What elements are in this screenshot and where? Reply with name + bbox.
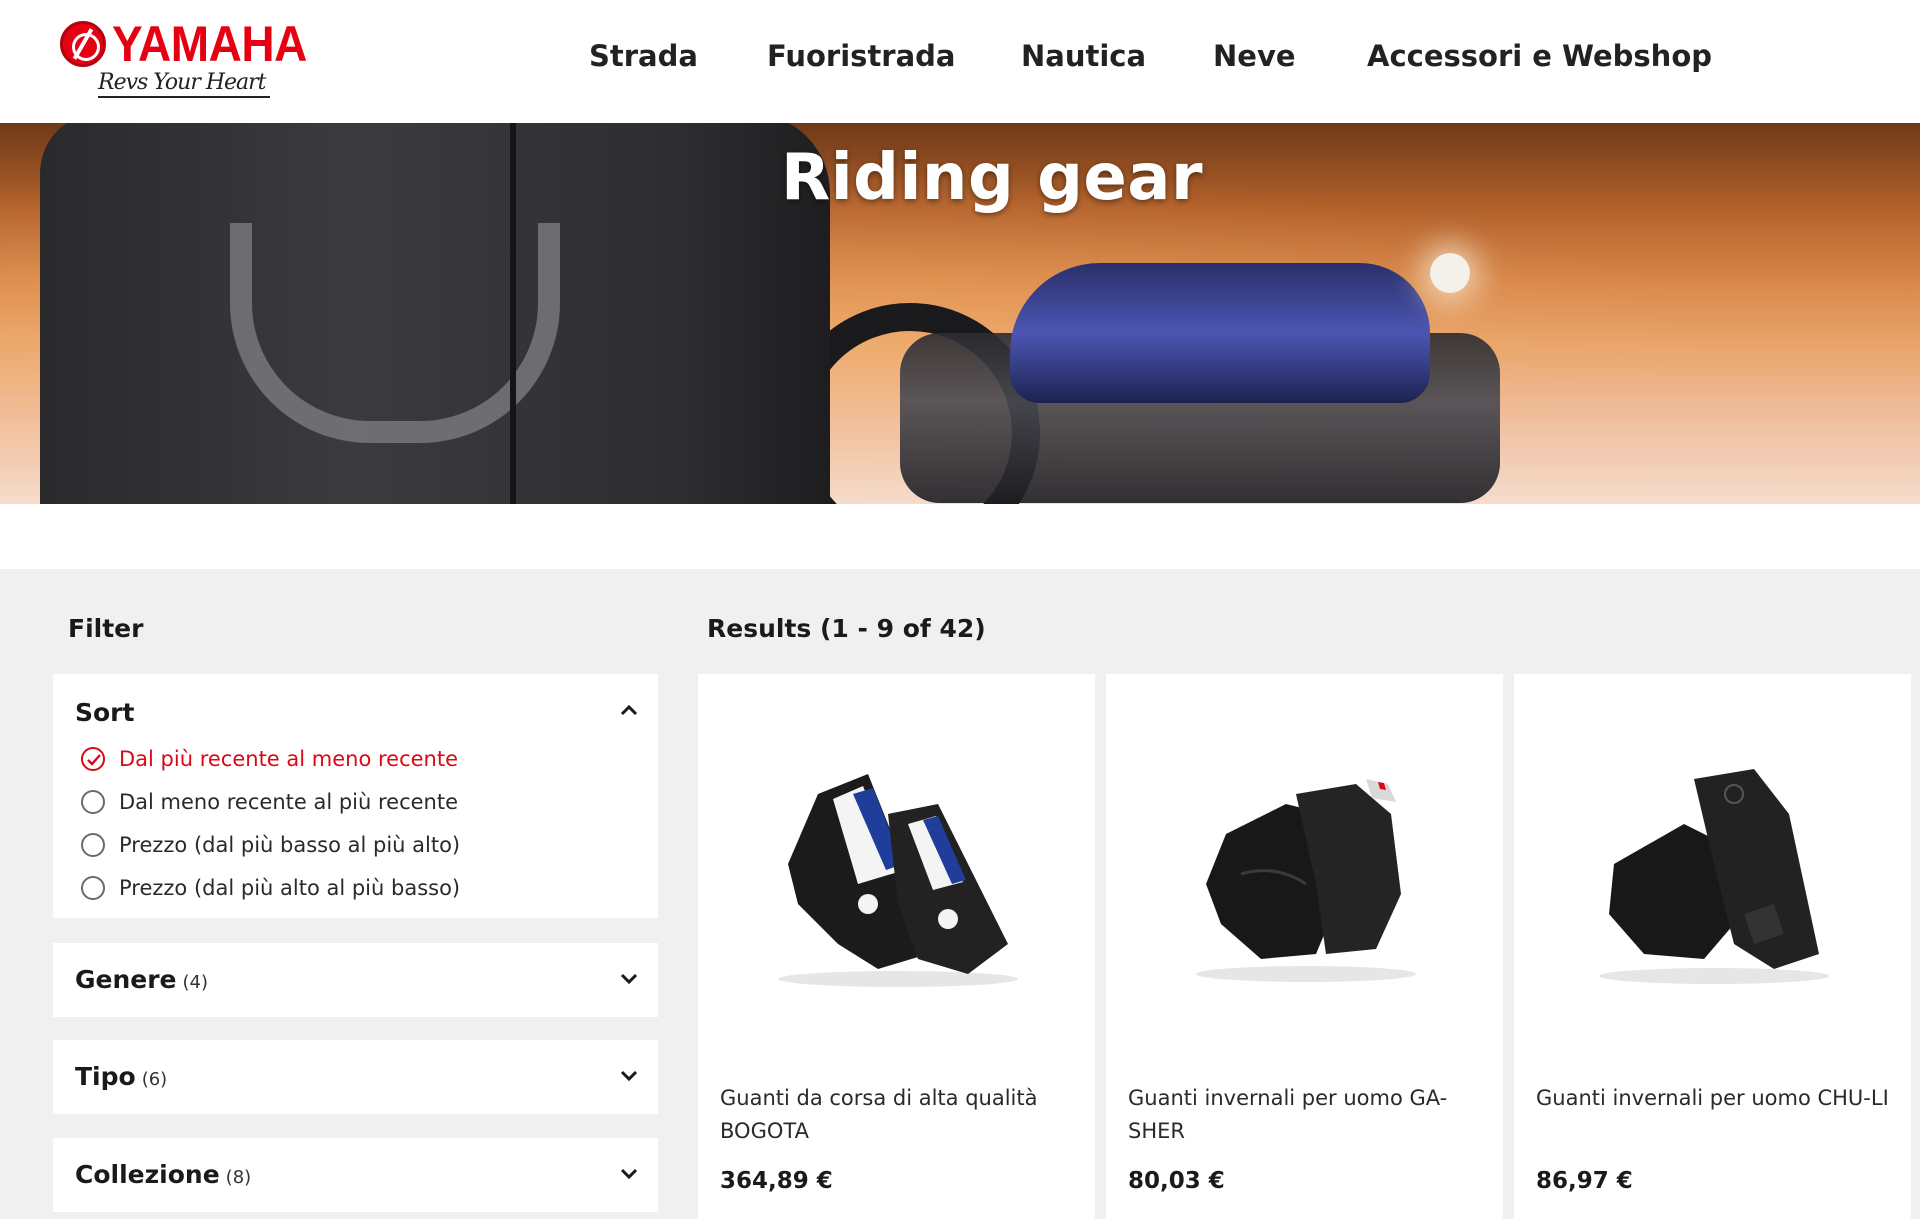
filter-tipo[interactable]: Tipo (6) [53, 1040, 658, 1114]
product-card[interactable]: Guanti da corsa di alta qualità BOGOTA 3… [698, 674, 1095, 1219]
racing-gloves-image[interactable] [758, 754, 1038, 994]
sort-option-oldest[interactable]: Dal meno recente al più recente [81, 788, 458, 816]
filter-group-title: Tipo (6) [75, 1062, 167, 1095]
filter-group-count: (8) [225, 1167, 252, 1188]
product-name[interactable]: Guanti invernali per uomo GA-SHER [1128, 1082, 1488, 1148]
filter-heading: Filter [68, 614, 144, 643]
nav-item-strada[interactable]: Strada [589, 36, 698, 76]
site-header: YAMAHA Revs Your Heart Strada Fuoristrad… [0, 0, 1920, 123]
sort-option-label: Dal meno recente al più recente [119, 790, 459, 814]
filter-group-title: Genere (4) [75, 965, 208, 998]
filter-group-count: (6) [141, 1069, 168, 1090]
sort-panel: Sort Dal più recente al meno recente Dal… [53, 674, 658, 918]
nav-item-fuoristrada[interactable]: Fuoristrada [767, 36, 956, 76]
sort-option-newest[interactable]: Dal più recente al meno recente [81, 745, 458, 773]
radio-checked-icon [81, 747, 105, 771]
product-card[interactable]: Guanti invernali per uomo GA-SHER 80,03 … [1106, 674, 1503, 1219]
brand-wordmark: YAMAHA [112, 16, 307, 72]
sort-option-label: Dal più recente al meno recente [119, 747, 459, 771]
sort-option-label: Prezzo (dal più alto al più basso) [119, 876, 461, 900]
yamaha-logo[interactable]: YAMAHA Revs Your Heart [60, 18, 307, 104]
winter-gloves-image[interactable] [1166, 754, 1446, 994]
nav-item-nautica[interactable]: Nautica [1021, 36, 1146, 76]
filter-genere[interactable]: Genere (4) [53, 943, 658, 1017]
hero-banner: Riding gear [0, 123, 1920, 504]
chevron-down-icon[interactable] [620, 973, 638, 991]
product-card[interactable]: Guanti invernali per uomo CHU-LI 86,97 € [1514, 674, 1911, 1219]
radio-icon [81, 876, 105, 900]
filter-group-label: Collezione [75, 1160, 220, 1189]
product-price: 364,89 € [720, 1168, 833, 1194]
product-price: 86,97 € [1536, 1168, 1633, 1194]
filter-group-title: Collezione (8) [75, 1160, 251, 1193]
product-price: 80,03 € [1128, 1168, 1225, 1194]
filter-group-count: (4) [182, 972, 209, 993]
tuning-fork-emblem-icon [60, 21, 106, 67]
chevron-up-icon[interactable] [620, 704, 638, 722]
brand-tagline: Revs Your Heart [98, 70, 270, 98]
sort-option-price-desc[interactable]: Prezzo (dal più alto al più basso) [81, 874, 460, 902]
hero-title: Riding gear [780, 141, 1204, 215]
winter-gloves-long-image[interactable] [1574, 754, 1854, 994]
filter-group-label: Genere [75, 965, 177, 994]
chevron-down-icon[interactable] [620, 1168, 638, 1186]
results-heading: Results (1 - 9 of 42) [707, 614, 986, 643]
filter-group-label: Tipo [75, 1062, 136, 1091]
chevron-down-icon[interactable] [620, 1070, 638, 1088]
radio-icon [81, 790, 105, 814]
product-name[interactable]: Guanti da corsa di alta qualità BOGOTA [720, 1082, 1080, 1148]
radio-icon [81, 833, 105, 857]
product-name[interactable]: Guanti invernali per uomo CHU-LI [1536, 1082, 1896, 1115]
sort-option-label: Prezzo (dal più basso al più alto) [119, 833, 461, 857]
sort-title: Sort [75, 698, 135, 727]
filter-collezione[interactable]: Collezione (8) [53, 1138, 658, 1212]
nav-item-neve[interactable]: Neve [1213, 36, 1296, 76]
sort-option-price-asc[interactable]: Prezzo (dal più basso al più alto) [81, 831, 460, 859]
nav-item-accessori-webshop[interactable]: Accessori e Webshop [1367, 36, 1712, 76]
